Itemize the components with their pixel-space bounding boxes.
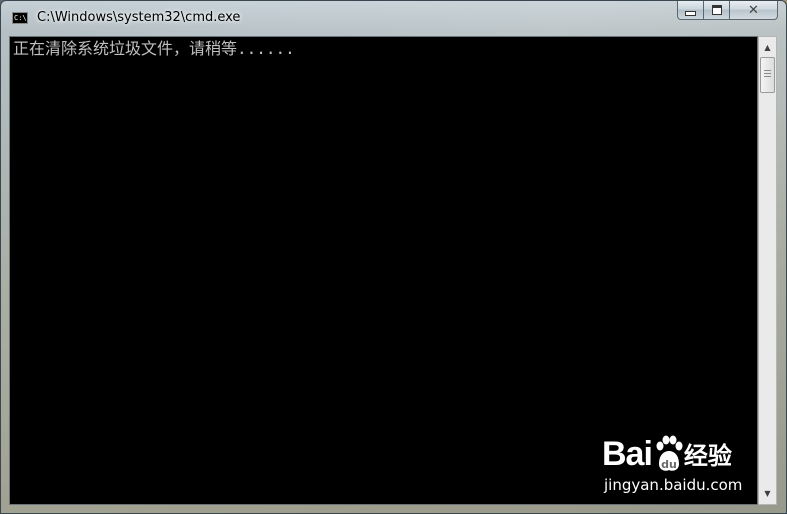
scroll-up-arrow-icon[interactable]: ▲ [759, 39, 776, 56]
watermark-logo-prefix: Bai [602, 435, 653, 473]
maximize-button[interactable] [704, 1, 730, 20]
vertical-scrollbar[interactable]: ▲ ▼ [758, 36, 777, 505]
watermark-url: jingyan.baidu.com [604, 476, 743, 494]
thumb-grip-icon [764, 70, 771, 78]
cmd-app-icon[interactable]: C:\ [12, 12, 28, 24]
svg-text:du: du [661, 458, 677, 471]
watermark-logo-suffix: 经验 [683, 442, 732, 470]
caption-buttons: ✕ [677, 1, 778, 21]
maximize-icon [711, 5, 722, 15]
watermark-logo: Bai du 经验 [602, 430, 732, 474]
paw-icon: du [656, 435, 683, 471]
title-bar[interactable]: C:\ C:\Windows\system32\cmd.exe ✕ [1, 1, 786, 35]
scroll-thumb[interactable] [760, 57, 775, 93]
minimize-icon [685, 10, 696, 16]
baidu-jingyan-watermark: Bai du 经验 jingyan.baidu.com [600, 428, 750, 498]
close-button[interactable]: ✕ [730, 1, 778, 20]
close-icon: ✕ [748, 2, 759, 18]
window-title: C:\Windows\system32\cmd.exe [37, 10, 241, 25]
scroll-down-arrow-icon[interactable]: ▼ [759, 485, 776, 502]
minimize-button[interactable] [677, 1, 704, 20]
console-line: 正在清除系统垃圾文件，请稍等...... [13, 39, 295, 58]
